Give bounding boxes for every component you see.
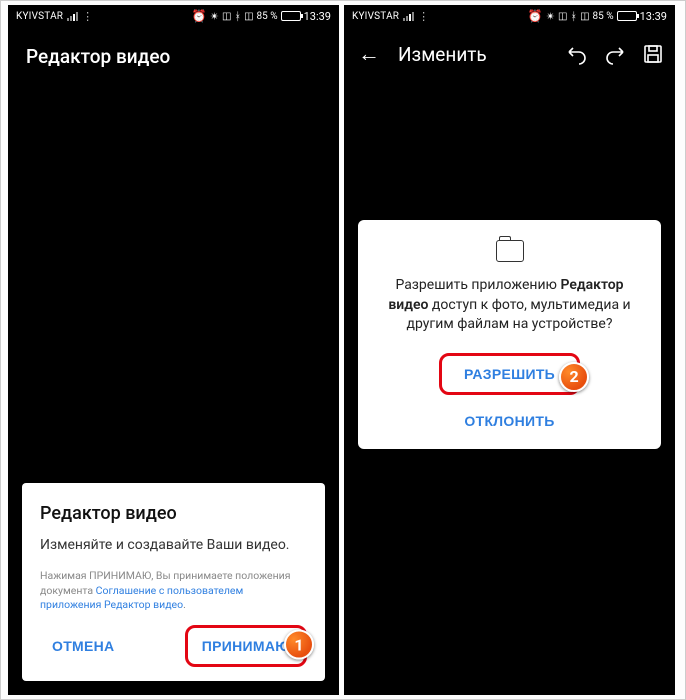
redo-icon[interactable] — [603, 42, 627, 66]
no-sim-icon: ◫ — [558, 11, 567, 22]
phone-screen-right: KYIVSTAR ⋮ ⏰ ✴ ◫ ᚼ ◫ 85 % 13:39 ← Измени… — [344, 5, 675, 695]
perm-text-before: Разрешить приложению — [395, 277, 560, 293]
agreement-dialog: Редактор видео Изменяйте и создавайте Ва… — [22, 483, 325, 681]
permission-message: Разрешить приложению Редактор видео дост… — [376, 276, 643, 335]
accept-highlight: ПРИНИМАЮ 1 — [185, 625, 307, 667]
allow-button[interactable]: РАЗРЕШИТЬ — [452, 356, 567, 392]
bluetooth-icon: ᚼ — [570, 10, 577, 23]
editor-header: ← Изменить — [344, 27, 675, 81]
header-title: Изменить — [398, 43, 551, 66]
carrier-label: KYIVSTAR — [16, 11, 63, 22]
alarm-icon: ⏰ — [528, 9, 543, 23]
wifi-icon: ⋮ — [418, 10, 429, 23]
carrier-label: KYIVSTAR — [352, 11, 399, 22]
vibrate-icon: ✴ — [546, 10, 555, 23]
step-badge-2: 2 — [559, 362, 589, 392]
signal-icon — [403, 12, 414, 21]
status-bar: KYIVSTAR ⋮ ⏰ ✴ ◫ ᚼ ◫ 85 % 13:39 — [344, 5, 675, 27]
dialog-fineprint: Нажимая ПРИНИМАЮ, Вы принимаете положени… — [40, 569, 307, 613]
network-icon: ◫ — [580, 11, 589, 22]
battery-icon — [281, 11, 301, 21]
back-icon[interactable]: ← — [354, 37, 384, 71]
allow-highlight: РАЗРЕШИТЬ 2 — [439, 353, 580, 395]
battery-icon — [617, 11, 637, 21]
vibrate-icon: ✴ — [210, 10, 219, 23]
step-badge-1: 1 — [284, 630, 314, 660]
no-sim-icon: ◫ — [222, 11, 231, 22]
permission-dialog: Разрешить приложению Редактор видео дост… — [358, 220, 661, 449]
battery-percent: 85 % — [593, 11, 614, 22]
wifi-icon: ⋮ — [82, 10, 93, 23]
dialog-subtitle: Изменяйте и создавайте Ваши видео. — [40, 536, 307, 555]
perm-text-after: доступ к фото, мультимедиа и другим файл… — [407, 297, 631, 333]
clock: 13:39 — [640, 10, 667, 23]
dialog-title: Редактор видео — [40, 503, 307, 524]
deny-button[interactable]: ОТКЛОНИТЬ — [452, 403, 566, 439]
undo-icon[interactable] — [565, 42, 589, 66]
signal-icon — [67, 12, 78, 21]
battery-percent: 85 % — [257, 11, 278, 22]
clock: 13:39 — [304, 10, 331, 23]
app-title: Редактор видео — [8, 27, 339, 86]
status-bar: KYIVSTAR ⋮ ⏰ ✴ ◫ ᚼ ◫ 85 % 13:39 — [8, 5, 339, 27]
bluetooth-icon: ᚼ — [234, 10, 241, 23]
save-icon[interactable] — [641, 42, 665, 66]
cancel-button[interactable]: ОТМЕНА — [40, 628, 126, 664]
folder-icon — [496, 240, 524, 262]
alarm-icon: ⏰ — [192, 9, 207, 23]
phone-screen-left: KYIVSTAR ⋮ ⏰ ✴ ◫ ᚼ ◫ 85 % 13:39 Редактор… — [8, 5, 339, 695]
network-icon: ◫ — [244, 11, 253, 22]
